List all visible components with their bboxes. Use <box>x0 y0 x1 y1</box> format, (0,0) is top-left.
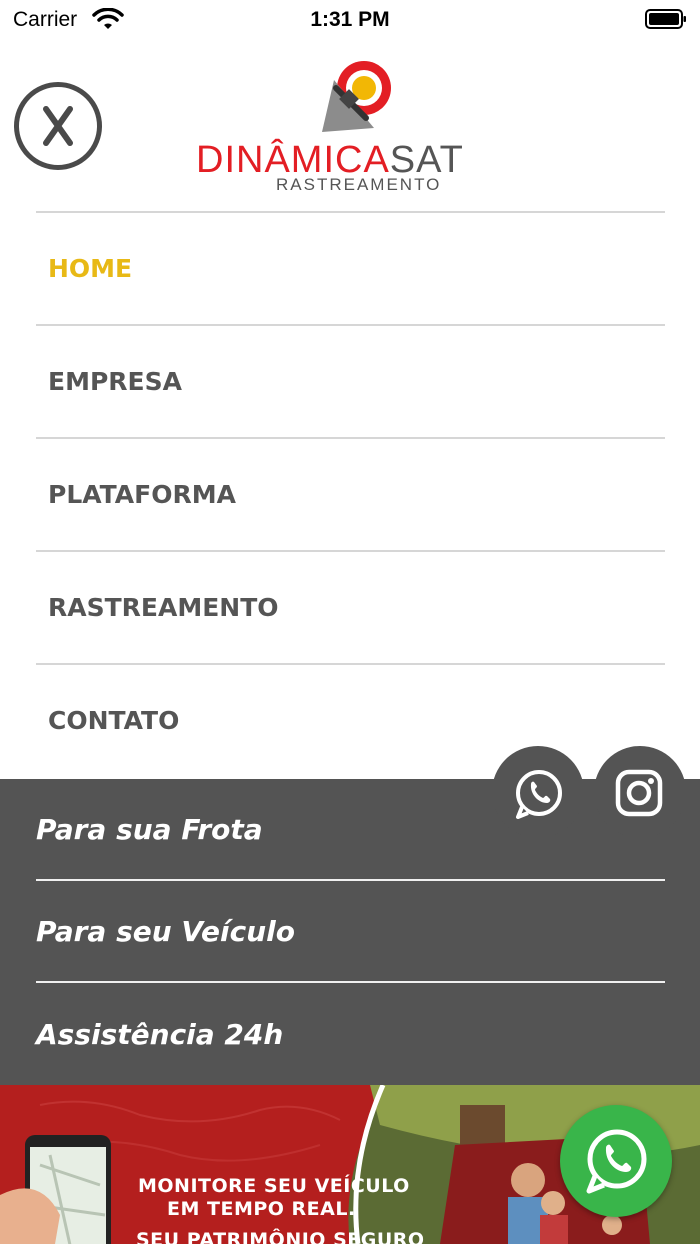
battery-icon <box>645 9 686 29</box>
banner-line-3: SEU PATRIMÔNIO SEGURO <box>136 1229 425 1244</box>
nav-item-empresa[interactable]: EMPRESA <box>36 324 665 437</box>
submenu-item-veiculo[interactable]: Para seu Veículo <box>36 881 665 983</box>
main-nav: HOME EMPRESA PLATAFORMA RASTREAMENTO CON… <box>36 211 665 776</box>
instagram-social-button[interactable] <box>594 746 686 838</box>
whatsapp-icon <box>516 770 562 819</box>
banner-line-2: EM TEMPO REAL. <box>167 1198 356 1220</box>
whatsapp-icon <box>586 1129 647 1194</box>
whatsapp-social-button[interactable] <box>492 746 584 838</box>
logo-mark-icon <box>322 61 391 132</box>
nav-item-plataforma[interactable]: PLATAFORMA <box>36 437 665 550</box>
banner-line-1: MONITORE SEU VEÍCULO <box>138 1175 410 1197</box>
brand-logo[interactable]: DINÂMICASAT RASTREAMENTO <box>196 58 506 198</box>
close-icon <box>43 106 73 146</box>
logo-subtitle: RASTREAMENTO <box>276 175 442 194</box>
nav-item-rastreamento[interactable]: RASTREAMENTO <box>36 550 665 663</box>
clock: 1:31 PM <box>310 8 390 31</box>
submenu-item-assistencia[interactable]: Assistência 24h <box>36 983 665 1085</box>
close-button[interactable] <box>14 82 102 170</box>
instagram-icon <box>615 769 663 817</box>
whatsapp-floating-button[interactable] <box>560 1105 672 1217</box>
nav-item-home[interactable]: HOME <box>36 211 665 324</box>
status-bar: Carrier 1:31 PM <box>0 0 700 40</box>
